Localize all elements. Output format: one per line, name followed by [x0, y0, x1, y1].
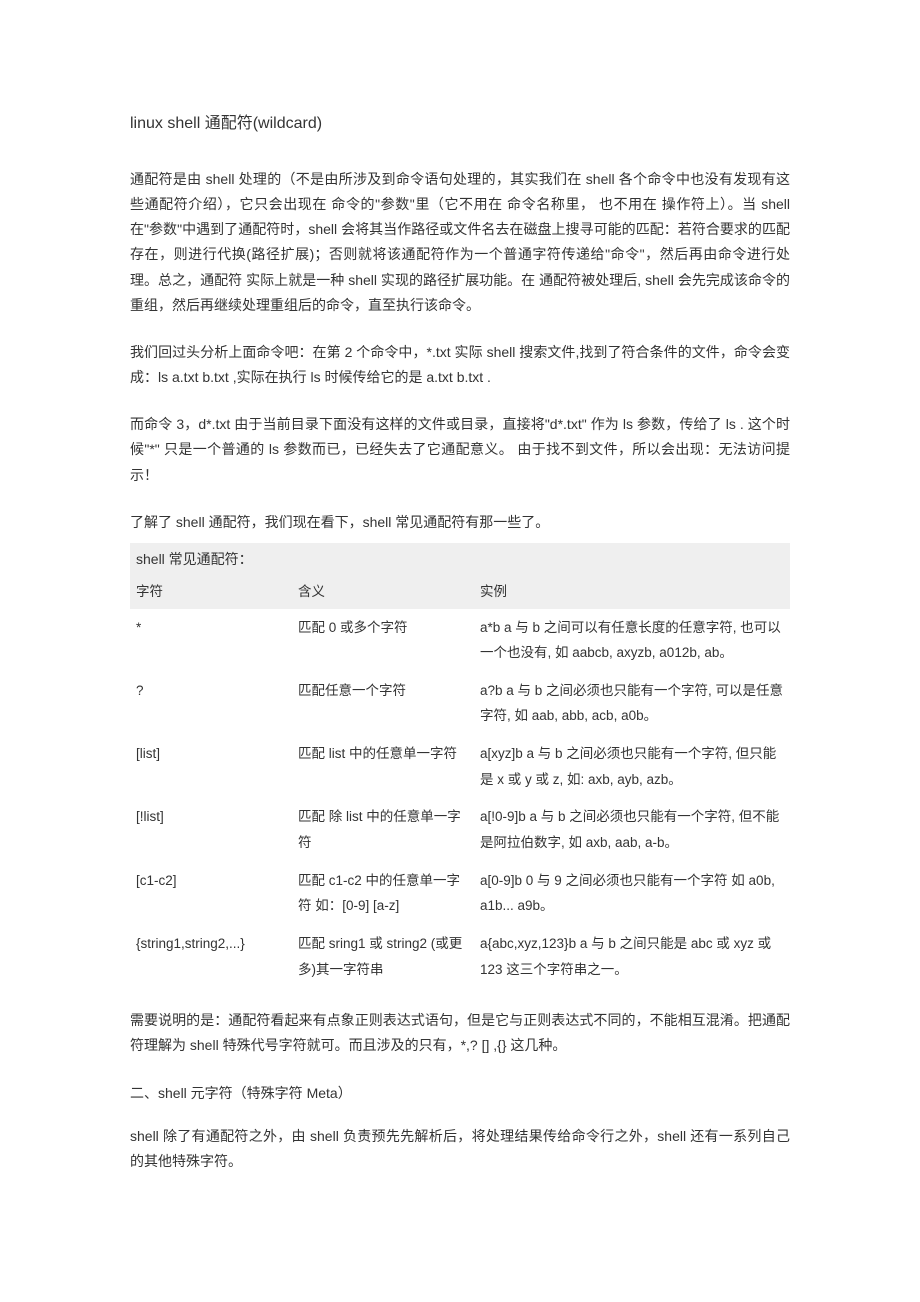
table-row: [!list] 匹配 除 list 中的任意单一字符 a[!0-9]b a 与 … [130, 798, 790, 861]
cell-example: a{abc,xyz,123}b a 与 b 之间只能是 abc 或 xyz 或 … [474, 925, 790, 988]
cell-meaning: 匹配 sring1 或 string2 (或更多)其一字符串 [292, 925, 474, 988]
cell-char: {string1,string2,...} [130, 925, 292, 988]
analysis-paragraph-1: 我们回过头分析上面命令吧：在第 2 个命令中，*.txt 实际 shell 搜索… [130, 340, 790, 390]
table-header-row: 字符 含义 实例 [130, 576, 790, 608]
meta-intro-paragraph: shell 除了有通配符之外，由 shell 负责预先先解析后，将处理结果传给命… [130, 1124, 790, 1174]
table-row: {string1,string2,...} 匹配 sring1 或 string… [130, 925, 790, 988]
lead-in-paragraph: 了解了 shell 通配符，我们现在看下，shell 常见通配符有那一些了。 [130, 510, 790, 535]
cell-char: * [130, 609, 292, 672]
table-caption: shell 常见通配符： [130, 543, 790, 576]
cell-meaning: 匹配 0 或多个字符 [292, 609, 474, 672]
cell-char: [c1-c2] [130, 862, 292, 925]
cell-meaning: 匹配 除 list 中的任意单一字符 [292, 798, 474, 861]
page-title: linux shell 通配符(wildcard) [130, 110, 790, 139]
table-row: [c1-c2] 匹配 c1-c2 中的任意单一字符 如：[0-9] [a-z] … [130, 862, 790, 925]
col-header-char: 字符 [130, 576, 292, 608]
cell-char: [!list] [130, 798, 292, 861]
cell-meaning: 匹配 list 中的任意单一字符 [292, 735, 474, 798]
cell-meaning: 匹配任意一个字符 [292, 672, 474, 735]
col-header-example: 实例 [474, 576, 790, 608]
cell-example: a[0-9]b 0 与 9 之间必须也只能有一个字符 如 a0b, a1b...… [474, 862, 790, 925]
wildcard-table: 字符 含义 实例 * 匹配 0 或多个字符 a*b a 与 b 之间可以有任意长… [130, 576, 790, 988]
cell-example: a[xyz]b a 与 b 之间必须也只能有一个字符, 但只能是 x 或 y 或… [474, 735, 790, 798]
note-paragraph: 需要说明的是：通配符看起来有点象正则表达式语句，但是它与正则表达式不同的，不能相… [130, 1008, 790, 1058]
table-row: [list] 匹配 list 中的任意单一字符 a[xyz]b a 与 b 之间… [130, 735, 790, 798]
cell-meaning: 匹配 c1-c2 中的任意单一字符 如：[0-9] [a-z] [292, 862, 474, 925]
col-header-meaning: 含义 [292, 576, 474, 608]
cell-example: a[!0-9]b a 与 b 之间必须也只能有一个字符, 但不能是阿拉伯数字, … [474, 798, 790, 861]
cell-char: [list] [130, 735, 292, 798]
section-heading-meta: 二、shell 元字符（特殊字符 Meta） [130, 1081, 790, 1106]
cell-example: a*b a 与 b 之间可以有任意长度的任意字符, 也可以一个也没有, 如 aa… [474, 609, 790, 672]
cell-char: ? [130, 672, 292, 735]
intro-paragraph: 通配符是由 shell 处理的（不是由所涉及到命令语句处理的，其实我们在 she… [130, 167, 790, 318]
table-row: * 匹配 0 或多个字符 a*b a 与 b 之间可以有任意长度的任意字符, 也… [130, 609, 790, 672]
table-row: ? 匹配任意一个字符 a?b a 与 b 之间必须也只能有一个字符, 可以是任意… [130, 672, 790, 735]
analysis-paragraph-2: 而命令 3，d*.txt 由于当前目录下面没有这样的文件或目录，直接将"d*.t… [130, 412, 790, 488]
cell-example: a?b a 与 b 之间必须也只能有一个字符, 可以是任意字符, 如 aab, … [474, 672, 790, 735]
